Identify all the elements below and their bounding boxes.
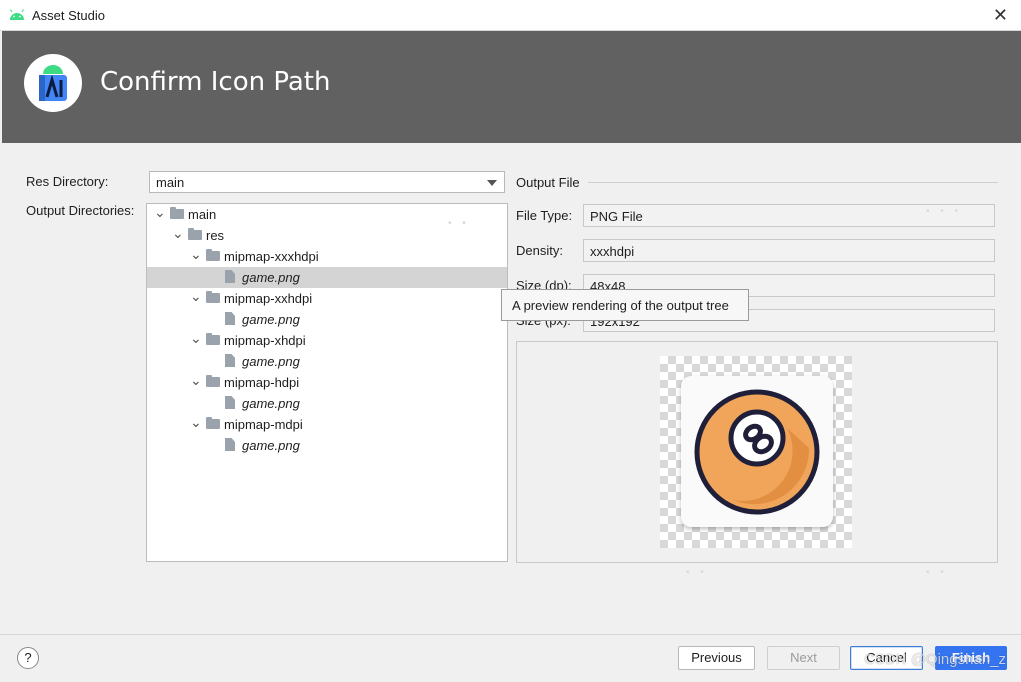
tree-item-label: game.png xyxy=(242,396,300,411)
tooltip: A preview rendering of the output tree xyxy=(501,289,749,321)
page-title: Confirm Icon Path xyxy=(100,67,331,97)
tree-item-label: game.png xyxy=(242,312,300,327)
tree-item-label: game.png xyxy=(242,270,300,285)
next-button[interactable]: Next xyxy=(767,646,840,670)
chevron-down-icon[interactable] xyxy=(487,180,497,186)
icon-preview-card xyxy=(681,376,833,527)
file-icon xyxy=(225,270,235,283)
window-titlebar: Asset Studio ✕ xyxy=(0,0,1021,31)
tree-file-item[interactable]: game.png xyxy=(147,435,507,456)
tree-item-label: game.png xyxy=(242,438,300,453)
chevron-down-icon[interactable]: ⌄ xyxy=(190,414,202,431)
tree-item-label: mipmap-xxhdpi xyxy=(224,291,313,306)
decorative-dots: • • • xyxy=(926,206,963,217)
close-icon[interactable]: ✕ xyxy=(993,5,1008,26)
file-type-label: File Type: xyxy=(516,208,573,223)
tree-folder-item[interactable]: ⌄ mipmap-xxhdpi xyxy=(147,288,507,309)
tree-folder-item[interactable]: ⌄ mipmap-xxxhdpi xyxy=(147,246,507,267)
chevron-down-icon[interactable]: ⌄ xyxy=(172,225,184,242)
folder-icon xyxy=(206,249,220,261)
section-divider xyxy=(588,182,998,183)
res-directory-label: Res Directory: xyxy=(26,174,109,189)
output-directories-label: Output Directories: xyxy=(26,203,135,218)
tree-item-label: res xyxy=(206,228,225,243)
previous-button[interactable]: Previous xyxy=(678,646,755,670)
eight-ball-icon xyxy=(694,389,820,515)
chevron-down-icon[interactable]: ⌄ xyxy=(154,204,166,221)
tree-item-label: game.png xyxy=(242,354,300,369)
folder-icon xyxy=(170,207,184,219)
tree-folder-item[interactable]: ⌄ mipmap-mdpi xyxy=(147,414,507,435)
folder-icon xyxy=(188,228,202,240)
tree-file-item[interactable]: game.png xyxy=(147,309,507,330)
output-file-section-title: Output File xyxy=(516,175,580,190)
watermark: CSDN @Qingshan_z xyxy=(864,651,1006,668)
chevron-down-icon[interactable]: ⌄ xyxy=(190,372,202,389)
android-studio-logo-icon xyxy=(24,54,82,112)
density-value: xxxhdpi xyxy=(590,244,635,259)
window-title: Asset Studio xyxy=(32,8,105,23)
file-type-value: PNG File xyxy=(590,209,643,224)
tooltip-text: A preview rendering of the output tree xyxy=(512,298,729,313)
folder-icon xyxy=(206,333,220,345)
header-banner: Confirm Icon Path xyxy=(2,31,1021,143)
file-icon xyxy=(225,312,235,325)
tree-folder-item[interactable]: ⌄ mipmap-xhdpi xyxy=(147,330,507,351)
decorative-dots: • • xyxy=(686,567,708,578)
tree-item-label: mipmap-hdpi xyxy=(224,375,300,390)
tree-folder-item[interactable]: ⌄ mipmap-hdpi xyxy=(147,372,507,393)
tree-item-label: mipmap-xhdpi xyxy=(224,333,306,348)
chevron-down-icon[interactable]: ⌄ xyxy=(190,330,202,347)
file-icon xyxy=(225,396,235,409)
tree-item-label: mipmap-mdpi xyxy=(224,417,303,432)
chevron-down-icon[interactable]: ⌄ xyxy=(190,246,202,263)
folder-icon xyxy=(206,417,220,429)
folder-icon xyxy=(206,291,220,303)
density-field: xxxhdpi xyxy=(583,239,995,262)
decorative-dots: • • xyxy=(926,567,948,578)
footer-divider xyxy=(0,634,1021,635)
tree-item-label: main xyxy=(188,207,217,222)
output-directories-tree[interactable]: ⌄ main ⌄ res ⌄ mipmap-xxxhdpi game.png ⌄ mipmap-… xyxy=(146,203,508,562)
chevron-down-icon[interactable]: ⌄ xyxy=(190,288,202,305)
decorative-dots: • • xyxy=(448,218,470,229)
help-icon[interactable]: ? xyxy=(17,647,39,669)
file-icon xyxy=(225,354,235,367)
tree-file-item[interactable]: game.png xyxy=(147,267,507,288)
res-directory-select[interactable]: main xyxy=(149,171,505,193)
android-icon xyxy=(10,9,24,20)
density-label: Density: xyxy=(516,243,563,258)
tree-file-item[interactable]: game.png xyxy=(147,393,507,414)
res-directory-value: main xyxy=(156,175,185,190)
folder-icon xyxy=(206,375,220,387)
file-icon xyxy=(225,438,235,451)
tree-item-label: mipmap-xxxhdpi xyxy=(224,249,319,264)
tree-file-item[interactable]: game.png xyxy=(147,351,507,372)
